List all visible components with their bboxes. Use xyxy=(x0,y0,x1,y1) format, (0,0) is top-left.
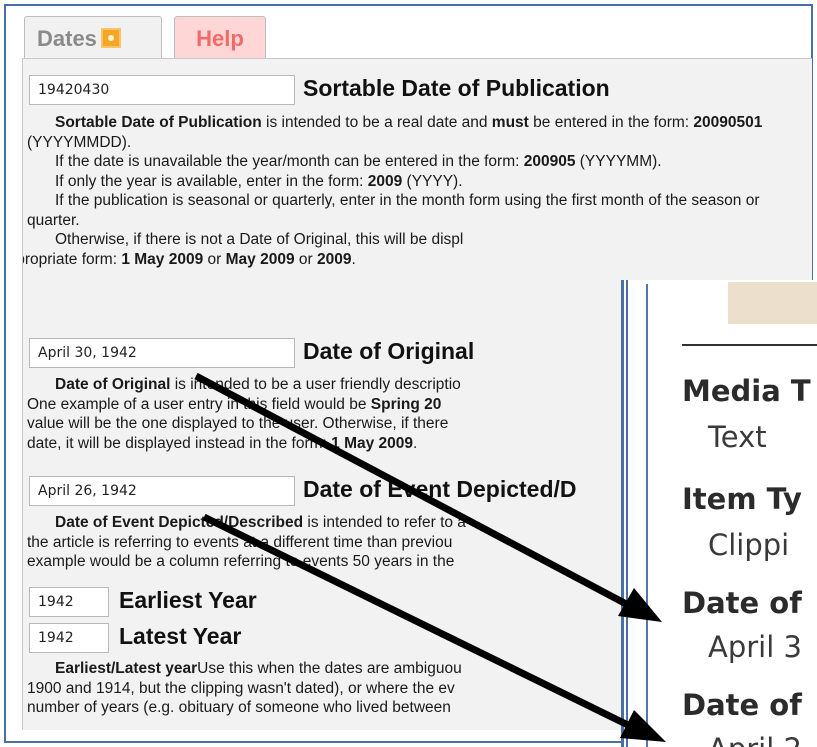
help-text: 1900 and 1914, but the clipping wasn't d… xyxy=(27,679,455,697)
help-text: is intended to be a real date and xyxy=(261,114,492,131)
rss-feed-icon[interactable] xyxy=(100,28,121,48)
divider xyxy=(682,344,817,346)
help-text: One example of a user entry in this fiel… xyxy=(27,395,371,413)
help-text: the article is referring to events at a … xyxy=(27,533,453,551)
latest-year-input[interactable]: 1942 xyxy=(29,623,109,653)
earliest-year-title: Earliest Year xyxy=(119,587,257,613)
help-text: example would be a column referring to e… xyxy=(27,553,455,570)
help-bold: May 2009 xyxy=(225,250,295,268)
help-bold: 20090501 xyxy=(693,114,763,131)
help-bold: Spring 20 xyxy=(370,395,442,413)
help-text: date, it will be displayed instead in th… xyxy=(27,434,332,452)
help-text: If only the year is available, enter in … xyxy=(55,172,368,190)
help-text: be entered in the form: xyxy=(528,114,694,131)
tab-dates-label: Dates xyxy=(37,26,97,51)
divider xyxy=(646,284,648,747)
media-type-label: Media T xyxy=(682,374,811,408)
latest-year-title: Latest Year xyxy=(119,623,242,649)
help-text: . xyxy=(351,250,356,268)
help-bold: Sortable Date of Publication xyxy=(55,114,262,131)
help-bold: must xyxy=(491,114,529,131)
help-text: (YYYYMM). xyxy=(575,153,662,170)
sortable-date-help: Sortable Date of Publication is intended… xyxy=(23,113,787,269)
date-of-original-input[interactable]: April 30, 1942 xyxy=(29,338,295,368)
date-of-value-1: April 3 xyxy=(708,630,802,664)
date-of-value-2: April 2 xyxy=(708,732,802,747)
date-of-original-title: Date of Original xyxy=(303,338,475,364)
help-text: or xyxy=(203,250,226,268)
help-text: number of years (e.g. obituary of someon… xyxy=(27,699,451,716)
help-bold: 2009 xyxy=(316,250,352,268)
help-text: appropriate form: xyxy=(23,250,118,268)
item-preview-overlay: Media T Text Item Ty Clippi Date of Apri… xyxy=(626,280,817,747)
tab-help-label: Help xyxy=(196,26,244,51)
help-paragraph: Sortable Date of Publication is intended… xyxy=(27,113,787,152)
media-type-value: Text xyxy=(708,420,767,454)
date-of-label-2: Date of xyxy=(682,688,802,722)
help-bold: 200905 xyxy=(523,153,576,170)
item-type-value: Clippi xyxy=(708,528,790,562)
header-swatch xyxy=(728,282,817,324)
help-paragraph: If only the year is available, enter in … xyxy=(27,172,787,192)
sortable-date-title: Sortable Date of Publication xyxy=(303,75,610,101)
help-text: If the date is unavailable the year/mont… xyxy=(55,153,524,170)
help-bold: Date of Original xyxy=(55,376,171,393)
help-text: (YYYY). xyxy=(402,172,463,190)
help-bold: Earliest/Latest year xyxy=(55,660,198,677)
help-paragraph: Otherwise, if there is not a Date of Ori… xyxy=(23,230,787,269)
help-bold: 2009 xyxy=(367,172,403,190)
help-text: Use this when the dates are ambiguou xyxy=(197,660,462,677)
tab-help[interactable]: Help xyxy=(174,16,266,60)
help-text: value will be the one displayed to the u… xyxy=(27,415,449,432)
help-text: is intended to refer to a xyxy=(303,514,466,531)
help-text: If the publication is seasonal or quarte… xyxy=(27,192,760,229)
help-paragraph: If the publication is seasonal or quarte… xyxy=(27,191,787,230)
help-text: is intended to be a user friendly descri… xyxy=(170,376,461,393)
item-type-label: Item Ty xyxy=(682,482,802,516)
date-of-event-title: Date of Event Depicted/D xyxy=(303,476,577,502)
help-bold: 1 May 2009 xyxy=(121,250,204,268)
help-text: Otherwise, if there is not a Date of Ori… xyxy=(55,231,464,248)
help-paragraph: If the date is unavailable the year/mont… xyxy=(27,152,787,172)
date-of-label-1: Date of xyxy=(682,586,802,620)
help-bold: Date of Event Depicted/Described xyxy=(55,514,304,531)
date-of-event-input[interactable]: April 26, 1942 xyxy=(29,476,295,506)
sortable-date-input[interactable]: 19420430 xyxy=(29,75,295,105)
help-bold: 1 May 2009 xyxy=(331,434,414,452)
earliest-year-input[interactable]: 1942 xyxy=(29,587,109,617)
tab-dates[interactable]: Dates xyxy=(24,16,162,60)
help-text: (YYYYMMDD). xyxy=(27,133,132,151)
help-text: . xyxy=(413,434,418,452)
help-text: or xyxy=(294,250,317,268)
